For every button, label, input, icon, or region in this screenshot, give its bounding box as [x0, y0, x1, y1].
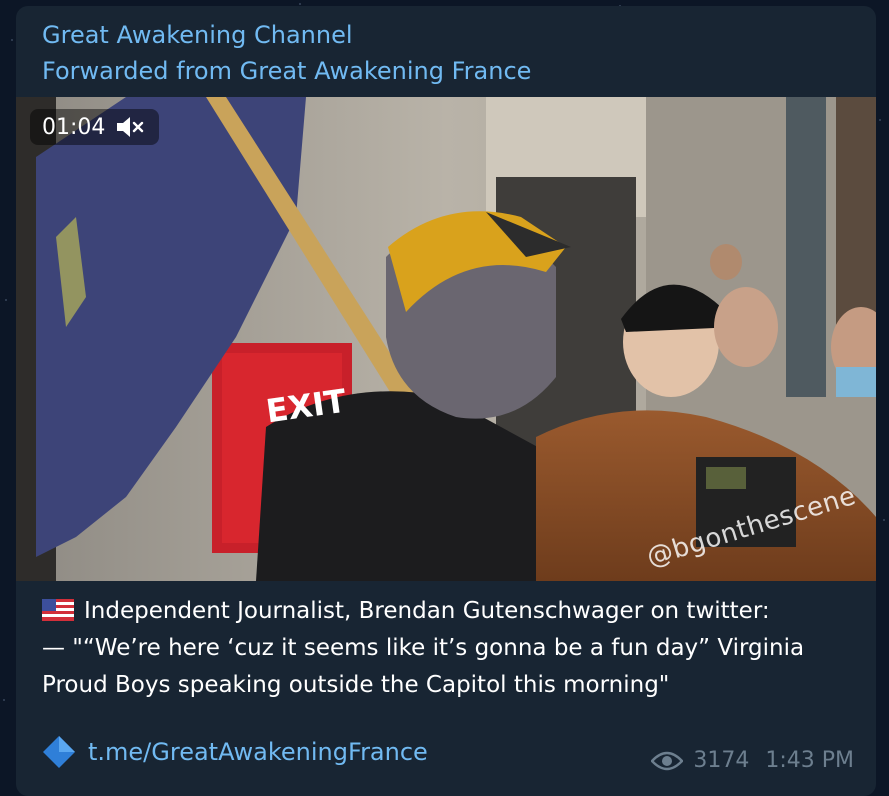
- video-player[interactable]: 01:04 EXIT @bgonthescene: [16, 97, 876, 581]
- muted-speaker-icon[interactable]: [115, 114, 145, 140]
- message-meta: 3174 1:43 PM: [651, 748, 854, 773]
- caption-line-1: Independent Journalist, Brendan Gutensch…: [42, 593, 857, 630]
- message-caption: Independent Journalist, Brendan Gutensch…: [42, 593, 857, 704]
- video-frame: [16, 97, 876, 581]
- channel-link-row: t.me/GreatAwakeningFrance: [42, 735, 428, 769]
- us-flag-icon: [42, 599, 74, 621]
- eye-icon: [651, 751, 684, 770]
- channel-link[interactable]: t.me/GreatAwakeningFrance: [88, 738, 428, 766]
- forwarded-from-label[interactable]: Forwarded from Great Awakening France: [42, 55, 531, 87]
- caption-line-3: Proud Boys speaking outside the Capitol …: [42, 672, 670, 698]
- video-duration-badge[interactable]: 01:04: [30, 109, 160, 145]
- blue-diamond-icon: [43, 736, 75, 768]
- caption-line-2: — "“We’re here ‘cuz it seems like it’s g…: [42, 635, 805, 661]
- view-count: 3174: [693, 748, 750, 773]
- video-duration: 01:04: [42, 114, 106, 140]
- channel-title[interactable]: Great Awakening Channel: [42, 19, 353, 51]
- caption-text-1: Independent Journalist, Brendan Gutensch…: [84, 598, 770, 624]
- message-bubble: Great Awakening Channel Forwarded from G…: [16, 6, 876, 796]
- message-time: 1:43 PM: [765, 748, 854, 773]
